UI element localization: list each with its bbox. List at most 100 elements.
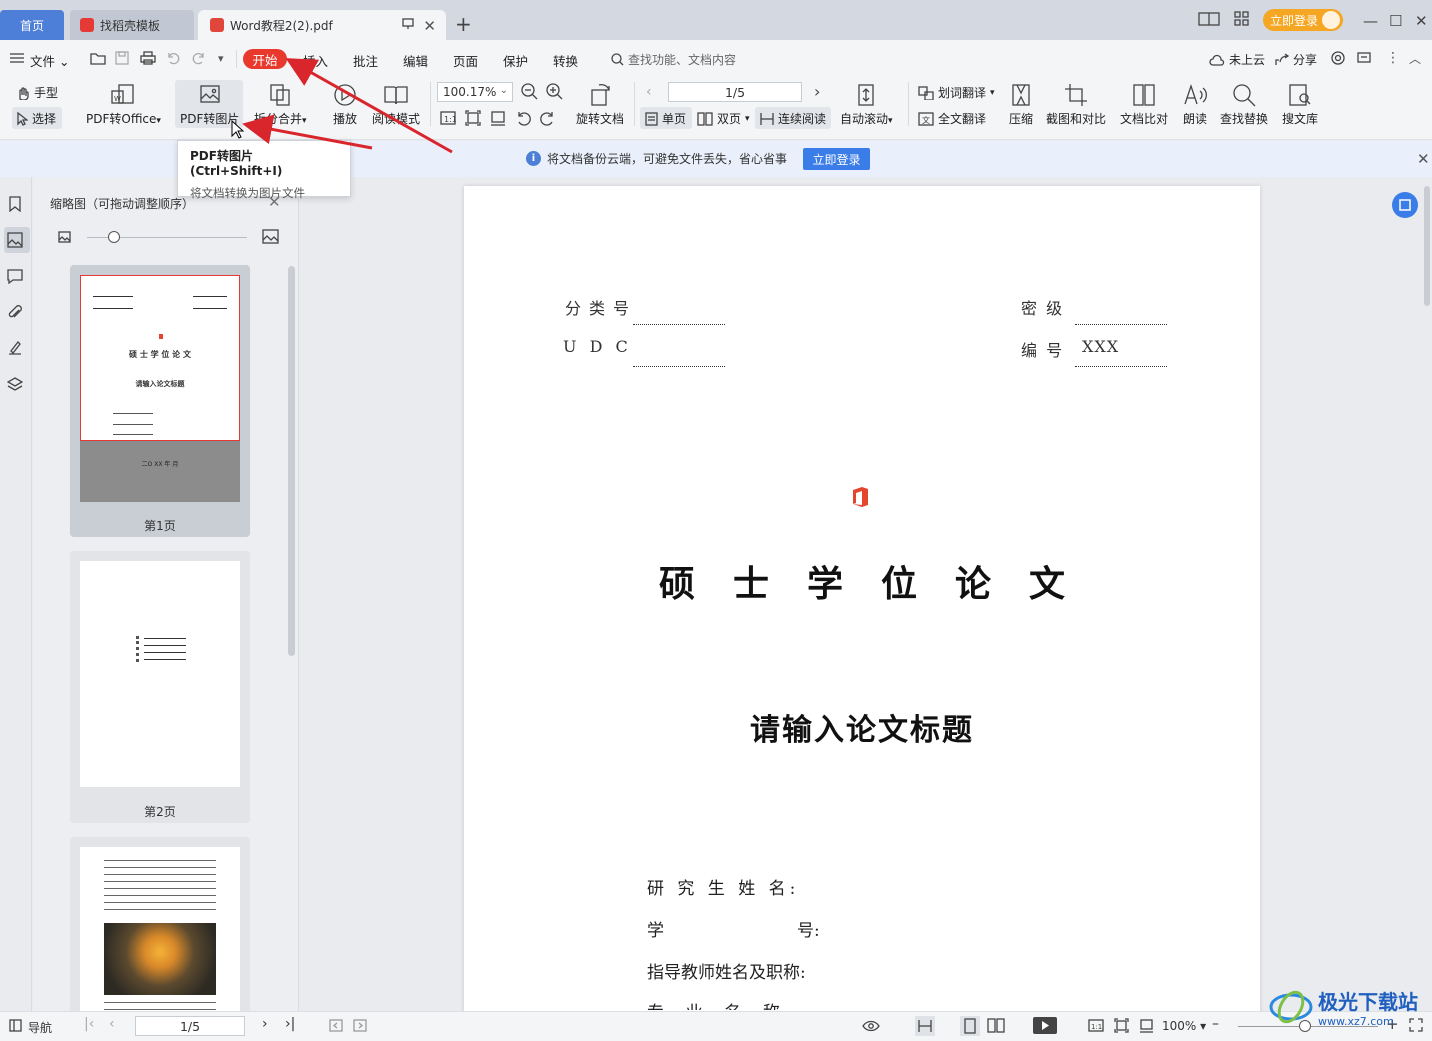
cloud-status-button[interactable]: 未上云 xyxy=(1209,51,1265,68)
zoom-select[interactable]: 100.17% ⌄ xyxy=(437,82,513,102)
back-icon[interactable] xyxy=(329,1019,343,1032)
menu-convert[interactable]: 转换 xyxy=(553,51,578,70)
compress-button[interactable]: 压缩 xyxy=(1008,82,1034,127)
tab-home[interactable]: 首页 xyxy=(0,10,64,40)
small-thumbnail-icon[interactable] xyxy=(58,231,71,243)
auto-scroll-button[interactable]: 自动滚动▾ xyxy=(840,82,893,127)
actual-size-icon[interactable]: 1:1 xyxy=(440,110,456,126)
thumbnail-page-2[interactable] xyxy=(80,561,240,787)
new-tab-button[interactable]: + xyxy=(455,12,472,36)
thumbnail-size-slider[interactable] xyxy=(108,231,120,243)
play-button[interactable]: 播放 xyxy=(332,82,358,127)
single-page-status-icon[interactable] xyxy=(960,1016,980,1036)
close-tab-icon[interactable]: ✕ xyxy=(423,17,436,35)
quick-access-dropdown-icon[interactable]: ▾ xyxy=(218,52,224,65)
close-notification-icon[interactable]: ✕ xyxy=(1417,150,1430,168)
attachment-icon[interactable] xyxy=(7,304,23,320)
menu-protect[interactable]: 保护 xyxy=(503,51,528,70)
find-replace-button[interactable]: 查找替换 xyxy=(1220,82,1268,127)
menu-annotate[interactable]: 批注 xyxy=(353,51,378,70)
thumbnail-page-1[interactable]: 硕 士 学 位 论 文 请输入论文标题 xyxy=(80,275,240,441)
notification-login-button[interactable]: 立即登录 xyxy=(803,148,870,170)
search-library-button[interactable]: 搜文库 xyxy=(1282,82,1318,127)
large-thumbnail-icon[interactable] xyxy=(262,229,279,244)
split-merge-button[interactable]: 拆分合并▾ xyxy=(254,82,307,127)
single-page-button[interactable]: 单页 xyxy=(645,110,686,127)
play-status-icon[interactable] xyxy=(1033,1017,1057,1034)
collapse-ribbon-icon[interactable]: ︿ xyxy=(1409,50,1421,67)
read-mode-button[interactable]: 阅读模式 xyxy=(372,82,420,127)
rotate-left-icon[interactable] xyxy=(515,110,531,126)
hand-tool-button[interactable]: 手型 xyxy=(16,84,58,101)
thumbnail-scrollbar[interactable] xyxy=(288,266,295,656)
settings-icon[interactable] xyxy=(1331,51,1345,65)
menu-start[interactable]: 开始 xyxy=(243,49,287,69)
redo-icon[interactable] xyxy=(192,51,206,65)
document-scrollbar[interactable] xyxy=(1424,186,1430,306)
page-number-input[interactable]: 1/5 xyxy=(668,82,802,102)
rotate-document-button[interactable]: 旋转文档 xyxy=(576,82,624,127)
menu-edit[interactable]: 编辑 xyxy=(403,51,428,70)
full-translate-button[interactable]: 文 全文翻译 xyxy=(918,110,986,127)
zoom-out-status-icon[interactable]: – xyxy=(1212,1016,1219,1032)
tab-docer-templates[interactable]: 找稻壳模板 xyxy=(70,10,194,40)
fit-width-status-icon[interactable] xyxy=(1139,1018,1154,1033)
close-window-button[interactable]: ✕ xyxy=(1415,12,1428,30)
status-zoom[interactable]: 100% ▾ xyxy=(1162,1019,1206,1033)
word-translate-button[interactable]: 划词翻译 ▾ xyxy=(918,84,995,101)
apps-grid-icon[interactable] xyxy=(1234,11,1250,27)
double-page-status-icon[interactable] xyxy=(987,1018,1005,1034)
thumbnail-page-3[interactable] xyxy=(80,847,240,1017)
status-page-input[interactable]: 1/5 xyxy=(135,1016,245,1036)
fit-page-status-icon[interactable] xyxy=(1114,1018,1129,1033)
previous-page-icon[interactable]: ‹ xyxy=(646,84,652,100)
open-folder-icon[interactable] xyxy=(90,51,106,65)
double-page-button[interactable]: 双页 ▾ xyxy=(697,110,750,127)
more-options-icon[interactable]: ⋮ xyxy=(1386,50,1400,66)
forward-icon[interactable] xyxy=(353,1019,367,1032)
menu-page[interactable]: 页面 xyxy=(453,51,478,70)
print-icon[interactable] xyxy=(140,51,156,65)
minimize-button[interactable]: — xyxy=(1363,12,1378,30)
prev-page-icon[interactable]: ‹ xyxy=(109,1016,115,1032)
hamburger-menu-icon[interactable] xyxy=(10,52,24,64)
screen-icon[interactable] xyxy=(402,18,414,30)
rotate-right-icon[interactable] xyxy=(540,110,556,126)
screenshot-compare-button[interactable]: 截图和对比 xyxy=(1046,82,1106,127)
bookmark-icon[interactable] xyxy=(7,196,23,212)
fit-page-icon[interactable] xyxy=(465,110,481,126)
actual-size-status-icon[interactable]: 1:1 xyxy=(1088,1019,1104,1032)
first-page-icon[interactable]: |‹ xyxy=(84,1016,94,1032)
next-page-icon[interactable]: › xyxy=(262,1016,268,1032)
floating-tool-icon[interactable] xyxy=(1392,192,1418,218)
tab-document[interactable]: Word教程2(2).pdf ✕ xyxy=(198,10,446,40)
nav-panel-icon[interactable] xyxy=(9,1019,22,1032)
read-aloud-button[interactable]: 朗读 xyxy=(1182,82,1208,127)
menu-insert[interactable]: 插入 xyxy=(303,51,328,70)
message-icon[interactable] xyxy=(1357,51,1371,65)
signature-icon[interactable] xyxy=(7,340,23,356)
undo-icon[interactable] xyxy=(166,51,180,65)
share-button[interactable]: 分享 xyxy=(1275,51,1317,68)
save-icon[interactable] xyxy=(115,51,129,65)
login-button[interactable]: 立即登录 xyxy=(1263,9,1343,31)
continuous-read-button[interactable]: 连续阅读 xyxy=(760,110,826,127)
nav-label[interactable]: 导航 xyxy=(28,1019,52,1036)
feature-search-input[interactable]: 查找功能、文档内容 xyxy=(611,51,736,68)
thumbnail-icon[interactable] xyxy=(7,232,23,248)
eye-protection-icon[interactable] xyxy=(862,1019,880,1032)
next-page-icon[interactable]: › xyxy=(814,82,820,101)
zoom-out-icon[interactable] xyxy=(521,83,539,101)
pdf-to-office-button[interactable]: W PDF转Office▾ xyxy=(86,82,161,127)
last-page-icon[interactable]: ›| xyxy=(285,1016,295,1032)
fit-width-icon[interactable] xyxy=(490,110,506,126)
menu-file[interactable]: 文件 ⌄ xyxy=(30,51,69,70)
layout-icon[interactable] xyxy=(1198,11,1222,27)
layers-icon[interactable] xyxy=(7,376,23,392)
zoom-in-icon[interactable] xyxy=(546,83,564,101)
comment-icon[interactable] xyxy=(7,268,23,284)
maximize-button[interactable]: ☐ xyxy=(1389,12,1402,30)
select-tool-button[interactable]: 选择 xyxy=(16,110,56,127)
doc-compare-button[interactable]: 文档比对 xyxy=(1120,82,1168,127)
continuous-view-status-icon[interactable] xyxy=(915,1016,935,1036)
